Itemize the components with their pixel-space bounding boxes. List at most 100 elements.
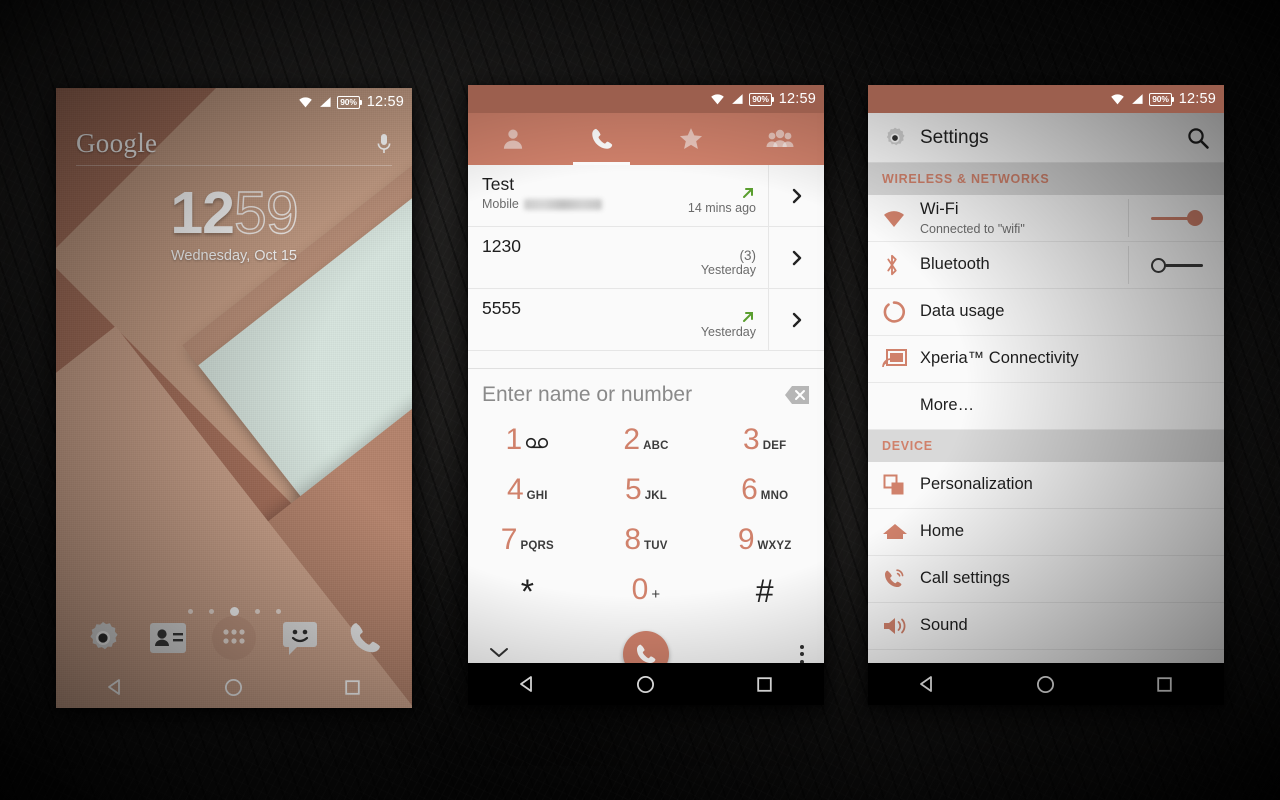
nav-back-button[interactable] [897, 663, 957, 705]
settings-row-sound[interactable]: Sound [868, 603, 1224, 650]
dialpad-letters: PQRS [520, 540, 554, 552]
call-log-details-button[interactable] [768, 289, 824, 350]
clock-hours: 12 [170, 180, 235, 246]
settings-row-display-partial[interactable] [868, 650, 1224, 664]
tab-call-log[interactable] [557, 113, 646, 165]
settings-list[interactable]: WIRELESS & NETWORKS Wi-Fi Connected to "… [868, 163, 1224, 664]
gear-icon [90, 622, 118, 650]
backspace-icon[interactable] [784, 385, 810, 405]
dialpad-digit: 8 [624, 523, 642, 556]
dialpad-letters: MNO [760, 490, 789, 502]
settings-row-call-settings[interactable]: Call settings [868, 556, 1224, 603]
wifi-icon [882, 209, 920, 228]
nav-recents-button[interactable] [323, 666, 383, 708]
dock-item-contacts[interactable] [145, 615, 191, 661]
wifi-toggle[interactable] [1128, 199, 1224, 237]
call-settings-icon [882, 567, 920, 591]
search-icon[interactable] [1186, 126, 1210, 150]
settings-section-header: DEVICE [868, 430, 1224, 462]
settings-section-header: WIRELESS & NETWORKS [868, 163, 1224, 195]
call-log-row[interactable]: 5555 Yesterday [468, 289, 824, 351]
back-triangle-icon [920, 676, 933, 692]
dock-item-phone[interactable] [342, 615, 388, 661]
nav-home-button[interactable] [1016, 663, 1076, 705]
call-log-time: Yesterday [700, 325, 756, 339]
chevron-right-icon [792, 250, 801, 265]
google-search-widget[interactable]: Google [76, 122, 392, 166]
dialpad-key-4[interactable]: 4 GHI [468, 475, 587, 525]
dock-item-settings[interactable] [80, 615, 126, 661]
nav-back-button[interactable] [85, 666, 145, 708]
dialpad-key-6[interactable]: 6 MNO [705, 475, 824, 525]
settings-row-title: Personalization [920, 475, 1033, 494]
clock-widget[interactable]: 1259 Wednesday, Oct 15 [56, 183, 412, 264]
tab-groups[interactable] [735, 113, 824, 165]
settings-row-title: Data usage [920, 302, 1005, 321]
settings-row-title: Sound [920, 616, 968, 635]
settings-row-wifi[interactable]: Wi-Fi Connected to "wifi" [868, 195, 1224, 242]
outgoing-call-arrow-icon [743, 312, 753, 322]
battery-level: 90% [1152, 94, 1169, 104]
dialpad-key-7[interactable]: 7 PQRS [468, 525, 587, 575]
settings-row-personalization[interactable]: Personalization [868, 462, 1224, 509]
settings-row-home[interactable]: Home [868, 509, 1224, 556]
dialpad-digit: 5 [625, 473, 642, 506]
dialpad-key-5[interactable]: 5 JKL [587, 475, 706, 525]
chevron-right-icon [792, 312, 801, 327]
settings-header: Settings [868, 113, 1224, 163]
status-bar-clock: 12:59 [366, 94, 404, 110]
nav-recents-button[interactable] [1135, 663, 1195, 705]
dialpad-digit: # [755, 573, 774, 609]
navigation-bar [56, 666, 412, 708]
tab-favorites[interactable] [646, 113, 735, 165]
tab-contacts[interactable] [468, 113, 557, 165]
call-log-details-button[interactable] [768, 165, 824, 226]
dialpad-letters: DEF [762, 440, 787, 452]
bluetooth-toggle[interactable] [1128, 246, 1224, 284]
chevron-down-icon [490, 647, 508, 657]
settings-row-bluetooth[interactable]: Bluetooth [868, 242, 1224, 289]
dialpad-key-0[interactable]: 0 + [587, 575, 706, 625]
microphone-icon[interactable] [376, 132, 392, 156]
nav-back-button[interactable] [497, 663, 557, 705]
dialpad-key-star[interactable]: * [468, 575, 587, 625]
clock-minutes: 59 [233, 180, 299, 246]
bluetooth-icon [882, 253, 920, 277]
clock-date: Wednesday, Oct 15 [170, 248, 297, 264]
dialer-input-bar[interactable]: Enter name or number [468, 369, 824, 421]
settings-row-more[interactable]: More… [868, 383, 1224, 430]
call-log-end-spacer [468, 351, 824, 369]
nav-home-button[interactable] [204, 666, 264, 708]
navigation-bar [468, 663, 824, 705]
settings-row-title: More… [920, 396, 975, 415]
dialpad-key-hash[interactable]: # [705, 575, 824, 625]
settings-row-data-usage[interactable]: Data usage [868, 289, 1224, 336]
dialpad-key-1[interactable]: 1 [468, 425, 587, 475]
nav-recents-button[interactable] [735, 663, 795, 705]
chevron-right-icon [792, 188, 801, 203]
call-log-row[interactable]: Test Mobile 14 mins ago [468, 165, 824, 227]
dialpad-key-9[interactable]: 9 WXYZ [705, 525, 824, 575]
settings-row-subtitle: Connected to "wifi" [920, 221, 1025, 236]
wifi-icon [711, 94, 725, 105]
phone-handset-icon [350, 623, 381, 653]
home-dock [56, 610, 412, 666]
dock-item-messaging[interactable] [277, 615, 323, 661]
back-triangle-icon [520, 676, 533, 692]
dialpad-key-3[interactable]: 3 DEF [705, 425, 824, 475]
call-log-details-button[interactable] [768, 227, 824, 288]
overflow-menu-icon[interactable] [800, 644, 804, 664]
dock-item-app-drawer[interactable] [211, 615, 257, 661]
phone-handset-icon [591, 128, 612, 149]
nav-home-button[interactable] [616, 663, 676, 705]
call-log-name: 1230 [482, 236, 521, 256]
settings-row-xperia-connectivity[interactable]: Xperia™ Connectivity [868, 336, 1224, 383]
battery-indicator: 90% [749, 92, 775, 106]
dialpad-key-2[interactable]: 2 ABC [587, 425, 706, 475]
call-log-time: 14 mins ago [687, 201, 756, 215]
call-log-row[interactable]: 1230 (3) Yesterday [468, 227, 824, 289]
dialpad-key-8[interactable]: 8 TUV [587, 525, 706, 575]
battery-indicator: 90% [337, 95, 363, 109]
settings-row-title: Bluetooth [920, 255, 990, 274]
collapse-dialpad-button[interactable] [488, 645, 510, 664]
